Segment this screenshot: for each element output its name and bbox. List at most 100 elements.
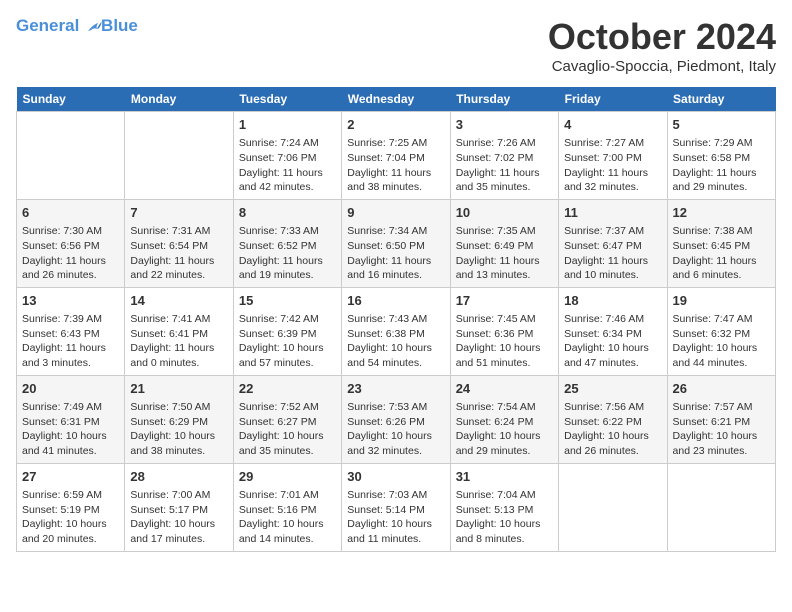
day-number: 27 [22, 468, 119, 486]
calendar-cell: 28Sunrise: 7:00 AMSunset: 5:17 PMDayligh… [125, 463, 233, 551]
logo-blue: Blue [101, 16, 138, 36]
day-info: Sunset: 7:04 PM [347, 152, 425, 164]
calendar-cell: 3Sunrise: 7:26 AMSunset: 7:02 PMDaylight… [450, 112, 558, 200]
day-info: Sunrise: 7:41 AM [130, 313, 210, 325]
day-number: 16 [347, 292, 444, 310]
day-info: Sunrise: 7:53 AM [347, 401, 427, 413]
day-info: Daylight: 10 hours and 29 minutes. [456, 430, 541, 457]
day-info: Sunrise: 7:42 AM [239, 313, 319, 325]
month-title: October 2024 [548, 16, 776, 58]
calendar-cell [17, 112, 125, 200]
day-info: Sunrise: 7:04 AM [456, 489, 536, 501]
day-number: 30 [347, 468, 444, 486]
day-number: 7 [130, 204, 227, 222]
calendar-cell: 22Sunrise: 7:52 AMSunset: 6:27 PMDayligh… [233, 375, 341, 463]
day-info: Daylight: 10 hours and 11 minutes. [347, 518, 432, 545]
day-number: 10 [456, 204, 553, 222]
day-info: Sunrise: 7:43 AM [347, 313, 427, 325]
day-number: 21 [130, 380, 227, 398]
day-info: Sunset: 6:56 PM [22, 240, 100, 252]
week-row-1: 1Sunrise: 7:24 AMSunset: 7:06 PMDaylight… [17, 112, 776, 200]
day-number: 2 [347, 116, 444, 134]
calendar-cell: 4 Sunrise: 7:27 AM Sunset: 7:00 PM Daylight… [559, 112, 667, 200]
day-info: Sunrise: 7:34 AM [347, 225, 427, 237]
day-info: Sunset: 6:34 PM [564, 328, 642, 340]
day-number: 5 [673, 116, 770, 134]
calendar-cell: 30Sunrise: 7:03 AMSunset: 5:14 PMDayligh… [342, 463, 450, 551]
week-row-5: 27Sunrise: 6:59 AMSunset: 5:19 PMDayligh… [17, 463, 776, 551]
location-title: Cavaglio-Spoccia, Piedmont, Italy [548, 58, 776, 75]
day-info: Sunset: 6:38 PM [347, 328, 425, 340]
week-row-4: 20Sunrise: 7:49 AMSunset: 6:31 PMDayligh… [17, 375, 776, 463]
calendar-cell: 12Sunrise: 7:38 AMSunset: 6:45 PMDayligh… [667, 199, 775, 287]
day-info: Sunset: 6:21 PM [673, 416, 751, 428]
weekday-header-sunday: Sunday [17, 87, 125, 112]
day-number: 15 [239, 292, 336, 310]
day-number: 1 [239, 116, 336, 134]
logo-general: General [16, 16, 79, 35]
weekday-header-monday: Monday [125, 87, 233, 112]
calendar-cell: 1Sunrise: 7:24 AMSunset: 7:06 PMDaylight… [233, 112, 341, 200]
day-info: Daylight: 11 hours and 19 minutes. [239, 255, 323, 282]
day-info: Daylight: 11 hours and 3 minutes. [22, 342, 106, 369]
day-info: Daylight: 11 hours and 10 minutes. [564, 255, 648, 282]
day-number: 26 [673, 380, 770, 398]
day-info: Sunset: 7:02 PM [456, 152, 534, 164]
day-info: Sunrise: 7:35 AM [456, 225, 536, 237]
day-info: Sunrise: 7:24 AM [239, 137, 319, 149]
day-info: Sunrise: 7:49 AM [22, 401, 102, 413]
calendar-cell: 17Sunrise: 7:45 AMSunset: 6:36 PMDayligh… [450, 287, 558, 375]
day-info: Daylight: 11 hours and 26 minutes. [22, 255, 106, 282]
calendar-cell: 29Sunrise: 7:01 AMSunset: 5:16 PMDayligh… [233, 463, 341, 551]
calendar-cell: 20Sunrise: 7:49 AMSunset: 6:31 PMDayligh… [17, 375, 125, 463]
calendar-cell: 18Sunrise: 7:46 AMSunset: 6:34 PMDayligh… [559, 287, 667, 375]
weekday-header-wednesday: Wednesday [342, 87, 450, 112]
logo: General Blue [16, 16, 138, 36]
day-info: Sunset: 6:58 PM [673, 152, 751, 164]
week-row-2: 6Sunrise: 7:30 AMSunset: 6:56 PMDaylight… [17, 199, 776, 287]
calendar-cell: 14Sunrise: 7:41 AMSunset: 6:41 PMDayligh… [125, 287, 233, 375]
day-number: 9 [347, 204, 444, 222]
day-info: Daylight: 11 hours and 22 minutes. [130, 255, 214, 282]
day-info: Sunset: 6:27 PM [239, 416, 317, 428]
day-number: 11 [564, 204, 661, 222]
day-info: Sunset: 6:45 PM [673, 240, 751, 252]
day-info: Daylight: 11 hours and 32 minutes. [564, 167, 648, 194]
day-number: 20 [22, 380, 119, 398]
day-info: Daylight: 10 hours and 32 minutes. [347, 430, 432, 457]
calendar-cell: 8Sunrise: 7:33 AMSunset: 6:52 PMDaylight… [233, 199, 341, 287]
calendar-table: SundayMondayTuesdayWednesdayThursdayFrid… [16, 87, 776, 552]
calendar-cell: 23Sunrise: 7:53 AMSunset: 6:26 PMDayligh… [342, 375, 450, 463]
day-number: 4 [564, 116, 661, 134]
day-info: Daylight: 10 hours and 51 minutes. [456, 342, 541, 369]
page-header: General Blue October 2024 Cavaglio-Spocc… [16, 16, 776, 75]
day-info: Sunrise: 7:29 AM [673, 137, 753, 149]
day-info: Sunset: 6:54 PM [130, 240, 208, 252]
day-info: Sunrise: 7:27 AM [564, 137, 644, 149]
day-info: Daylight: 10 hours and 14 minutes. [239, 518, 324, 545]
calendar-cell: 7Sunrise: 7:31 AMSunset: 6:54 PMDaylight… [125, 199, 233, 287]
day-info: Sunset: 6:24 PM [456, 416, 534, 428]
day-info: Sunrise: 7:45 AM [456, 313, 536, 325]
day-info: Daylight: 10 hours and 26 minutes. [564, 430, 649, 457]
calendar-cell: 24Sunrise: 7:54 AMSunset: 6:24 PMDayligh… [450, 375, 558, 463]
day-info: Daylight: 10 hours and 44 minutes. [673, 342, 758, 369]
day-info: Sunset: 6:43 PM [22, 328, 100, 340]
day-info: Sunset: 6:22 PM [564, 416, 642, 428]
calendar-cell: 27Sunrise: 6:59 AMSunset: 5:19 PMDayligh… [17, 463, 125, 551]
day-info: Sunset: 6:50 PM [347, 240, 425, 252]
day-number: 3 [456, 116, 553, 134]
day-info: Sunset: 5:16 PM [239, 504, 317, 516]
day-number: 12 [673, 204, 770, 222]
weekday-header-friday: Friday [559, 87, 667, 112]
day-info: Sunrise: 7:00 AM [130, 489, 210, 501]
calendar-cell: 21Sunrise: 7:50 AMSunset: 6:29 PMDayligh… [125, 375, 233, 463]
day-number: 17 [456, 292, 553, 310]
day-info: Sunrise: 7:47 AM [673, 313, 753, 325]
day-number: 8 [239, 204, 336, 222]
day-info: Daylight: 11 hours and 38 minutes. [347, 167, 431, 194]
calendar-cell: 11Sunrise: 7:37 AMSunset: 6:47 PMDayligh… [559, 199, 667, 287]
calendar-cell: 31Sunrise: 7:04 AMSunset: 5:13 PMDayligh… [450, 463, 558, 551]
day-number: 19 [673, 292, 770, 310]
day-info: Sunset: 7:00 PM [564, 152, 642, 164]
